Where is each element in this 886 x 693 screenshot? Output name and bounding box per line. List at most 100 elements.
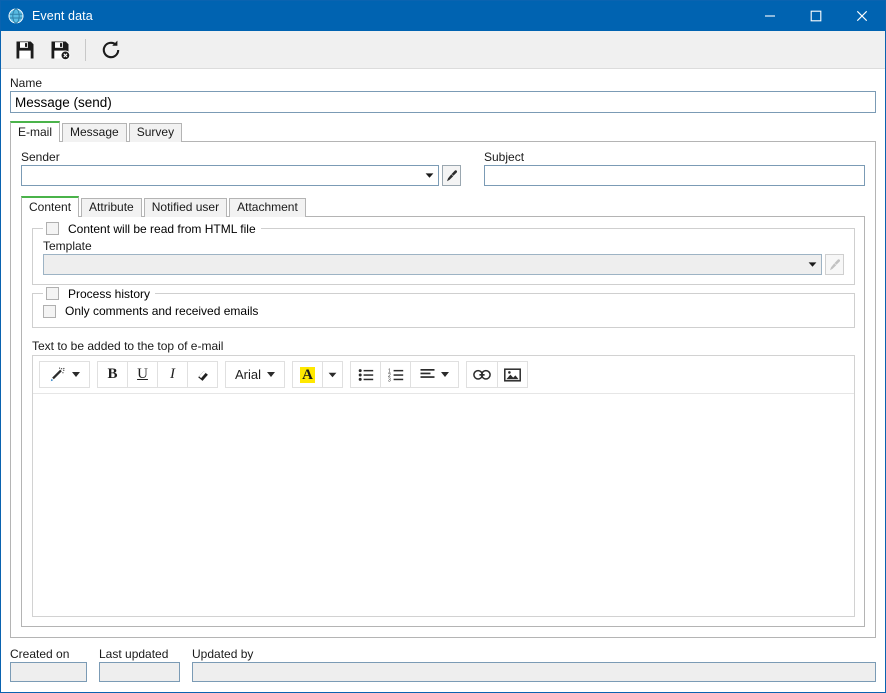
editor-group-lists: 1 2 3 [350, 361, 460, 388]
bullet-list-button[interactable] [350, 361, 382, 388]
chevron-down-icon [328, 372, 337, 378]
process-history-legend: Process history [43, 286, 156, 301]
title-bar: Event data [1, 1, 885, 31]
created-on-group: Created on [10, 647, 87, 682]
refresh-button[interactable] [95, 34, 127, 66]
brush-icon [828, 258, 842, 272]
insert-image-button[interactable] [497, 361, 529, 388]
numbered-list-icon: 1 2 3 [388, 368, 404, 382]
subject-input[interactable] [484, 165, 865, 186]
name-label: Name [10, 76, 43, 90]
updated-by-group: Updated by [192, 647, 876, 682]
updated-by-input [192, 662, 876, 682]
font-family-value: Arial [235, 367, 262, 382]
highlight-color-button[interactable]: A [292, 361, 324, 388]
html-file-checkbox[interactable] [46, 222, 59, 235]
maximize-button[interactable] [793, 1, 839, 31]
italic-icon: I [170, 366, 175, 382]
template-select[interactable] [43, 254, 822, 275]
tab-content[interactable]: Content [21, 196, 80, 217]
event-data-window: Event data Name Message (send) E-mail Me… [0, 0, 886, 693]
clear-format-button[interactable] [187, 361, 218, 388]
html-file-legend-label: Content will be read from HTML file [68, 221, 256, 236]
link-icon [473, 369, 491, 381]
refresh-icon [100, 39, 122, 61]
last-updated-label: Last updated [99, 647, 169, 661]
globe-icon [7, 7, 25, 25]
insert-link-button[interactable] [466, 361, 499, 388]
name-input[interactable] [10, 91, 876, 113]
toolbar-separator [85, 38, 86, 61]
record-metadata-footer: Created on Last updated Updated by [1, 638, 885, 692]
brush-icon [445, 169, 459, 183]
rich-text-editor: B U I Arial A 1 2 3 [32, 355, 855, 617]
only-comments-row[interactable]: Only comments and received emails [43, 304, 844, 318]
save-close-icon [49, 39, 71, 61]
align-icon [420, 368, 435, 381]
template-combo-wrap [43, 254, 844, 275]
minimize-button[interactable] [747, 1, 793, 31]
save-button[interactable] [9, 34, 41, 66]
inner-tabstrip: Content Attribute Notified user Attachme… [21, 196, 865, 217]
form-content: Name E-mail Message Survey Sender [1, 69, 885, 638]
svg-text:3: 3 [388, 377, 391, 381]
window-title: Event data [32, 9, 93, 23]
numbered-list-button[interactable]: 1 2 3 [380, 361, 412, 388]
editor-content-area[interactable] [33, 394, 854, 616]
underline-button[interactable]: U [127, 361, 158, 388]
editor-group-highlight: A [292, 361, 344, 388]
chevron-down-icon [441, 372, 450, 377]
content-tab-panel: Content will be read from HTML file Temp… [21, 216, 865, 627]
close-button[interactable] [839, 1, 885, 31]
underline-icon: U [137, 366, 148, 382]
editor-group-style [39, 361, 90, 388]
tab-notified-user[interactable]: Notified user [143, 198, 228, 217]
sender-subject-row: Sender Subject [21, 150, 865, 186]
subject-label: Subject [484, 150, 525, 164]
outer-tabstrip: E-mail Message Survey [10, 121, 876, 142]
align-button[interactable] [410, 361, 460, 388]
created-on-label: Created on [10, 647, 70, 661]
sender-field-group: Sender [21, 150, 461, 186]
editor-group-insert [466, 361, 529, 388]
sender-picker-button[interactable] [442, 165, 461, 186]
sender-select[interactable] [21, 165, 439, 186]
italic-button[interactable]: I [157, 361, 188, 388]
tab-message[interactable]: Message [62, 123, 127, 142]
highlight-color-dropdown[interactable] [322, 361, 344, 388]
process-history-groupbox: Process history Only comments and receiv… [32, 286, 855, 328]
chevron-down-icon[interactable] [804, 255, 821, 274]
bold-icon: B [107, 366, 118, 382]
name-field-group: Name [10, 76, 876, 113]
html-file-legend: Content will be read from HTML file [43, 221, 261, 236]
save-icon [14, 39, 36, 61]
chevron-down-icon[interactable] [421, 166, 438, 185]
editor-group-font: Arial [225, 361, 286, 388]
last-updated-group: Last updated [99, 647, 180, 682]
tab-survey[interactable]: Survey [128, 123, 183, 142]
magic-wand-icon [49, 367, 66, 383]
process-history-checkbox[interactable] [46, 287, 59, 300]
html-file-groupbox: Content will be read from HTML file Temp… [32, 221, 855, 285]
chevron-down-icon [72, 372, 80, 377]
font-family-select[interactable]: Arial [225, 361, 286, 388]
sender-combo-wrap [21, 165, 461, 186]
tab-attribute[interactable]: Attribute [81, 198, 142, 217]
bullet-list-icon [358, 368, 374, 382]
bold-button[interactable]: B [97, 361, 128, 388]
style-wand-button[interactable] [39, 361, 90, 388]
editor-label: Text to be added to the top of e-mail [32, 339, 224, 353]
editor-toolbar: B U I Arial A 1 2 3 [33, 356, 854, 394]
process-history-legend-label: Process history [68, 286, 151, 301]
save-and-close-button[interactable] [44, 34, 76, 66]
window-controls [747, 1, 885, 31]
eraser-icon [195, 368, 210, 382]
template-field-group: Template [43, 239, 844, 275]
updated-by-label: Updated by [192, 647, 254, 661]
highlight-color-icon: A [300, 366, 315, 383]
tab-email[interactable]: E-mail [10, 121, 61, 142]
template-picker-button [825, 254, 844, 275]
only-comments-label: Only comments and received emails [65, 304, 259, 318]
only-comments-checkbox[interactable] [43, 304, 56, 318]
tab-attachment[interactable]: Attachment [229, 198, 306, 217]
